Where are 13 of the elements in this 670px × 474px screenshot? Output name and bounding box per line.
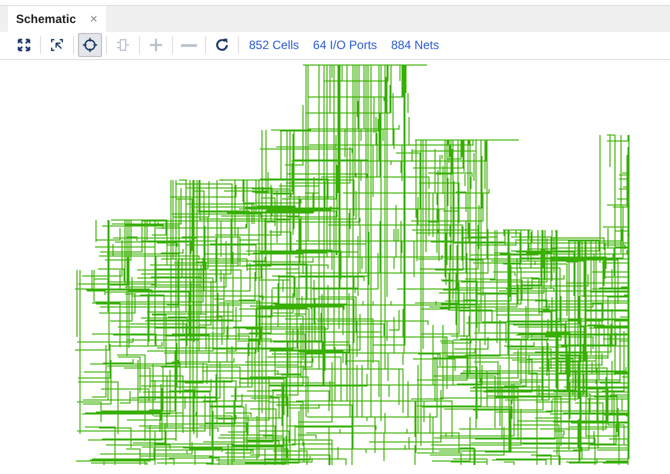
crosshair-circle-icon — [82, 37, 98, 54]
fit-view-icon — [16, 37, 32, 54]
plus-icon — [148, 37, 164, 54]
refresh-icon — [214, 37, 230, 54]
stat-link[interactable]: 884 Nets — [391, 38, 440, 52]
schematic-tab[interactable]: Schematic × — [8, 6, 106, 32]
stat-link[interactable]: 64 I/O Ports — [313, 38, 378, 52]
crosshair-circle-button[interactable] — [78, 33, 102, 58]
minus-icon — [181, 44, 197, 47]
stat-link[interactable]: 852 Cells — [249, 38, 300, 52]
cell-icon — [115, 37, 131, 54]
close-icon[interactable]: × — [90, 11, 98, 26]
zoom-area-icon — [49, 37, 65, 54]
